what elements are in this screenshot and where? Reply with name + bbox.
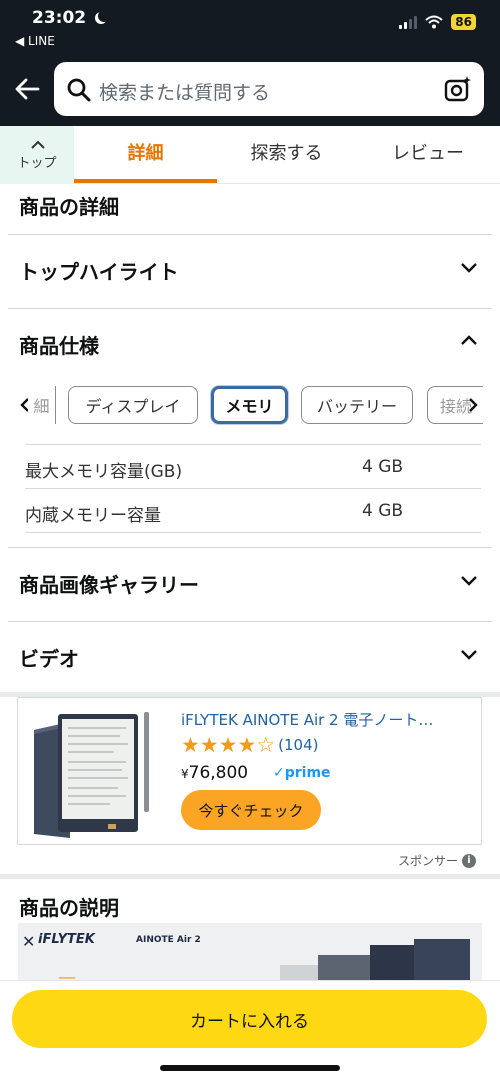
- add-to-cart-button[interactable]: カートに入れる: [12, 990, 487, 1048]
- chevron-up-icon[interactable]: [460, 335, 478, 346]
- section-gallery[interactable]: 商品画像ギャラリー: [19, 569, 199, 598]
- back-app-label: LINE: [28, 34, 55, 48]
- chip-battery[interactable]: バッテリー: [301, 386, 413, 424]
- chevron-down-icon[interactable]: [460, 262, 478, 273]
- camera-search-icon[interactable]: [444, 75, 472, 103]
- section-video[interactable]: ビデオ: [19, 643, 79, 672]
- search-icon: [67, 78, 91, 102]
- product-details-heading: 商品の詳細: [19, 195, 119, 219]
- sponsored-label[interactable]: スポンサー i: [398, 852, 476, 869]
- sponsored-text: スポンサー: [397, 854, 458, 868]
- spec-label: 内蔵メモリー容量: [25, 506, 161, 526]
- spec-row: 内蔵メモリー容量 4 GB: [25, 489, 481, 533]
- spec-row: 最大メモリ容量(GB) 4 GB: [25, 445, 481, 489]
- ad-product-title[interactable]: iFLYTEK AINOTE Air 2 電子ノート…: [181, 709, 433, 730]
- back-to-app-link[interactable]: ◀ LINE: [15, 34, 55, 48]
- divider: [8, 234, 492, 235]
- section-separator: [0, 874, 500, 879]
- detail-tabs: トップ 詳細 探索する レビュー: [0, 126, 500, 184]
- back-arrow-icon[interactable]: [13, 75, 41, 103]
- divider: [8, 308, 492, 309]
- home-indicator[interactable]: [160, 1065, 340, 1071]
- section-specs[interactable]: 商品仕様: [19, 330, 99, 359]
- moon-icon: [98, 10, 110, 22]
- star-icon: ★: [181, 733, 200, 757]
- scroll-top-label: トップ: [17, 156, 57, 171]
- chevron-down-icon[interactable]: [460, 575, 478, 586]
- chevron-right-icon[interactable]: [468, 398, 478, 412]
- bottom-action-bar: カートに入れる: [0, 980, 500, 1080]
- scroll-top-button[interactable]: トップ: [0, 126, 74, 184]
- section-top-highlight[interactable]: トップハイライト: [19, 256, 179, 285]
- battery-indicator: 86: [451, 14, 476, 30]
- status-time: 23:02: [32, 8, 106, 28]
- status-time-text: 23:02: [32, 8, 87, 28]
- status-indicators: 86: [399, 14, 476, 30]
- chip-memory[interactable]: メモリ: [211, 386, 288, 424]
- chip-display[interactable]: ディスプレイ: [68, 386, 198, 424]
- divider: [25, 532, 481, 533]
- check-now-button[interactable]: 今すぐチェック: [181, 790, 321, 830]
- description-banner-image: iFLYTEK AINOTE Air 2 ✕ —: [18, 923, 482, 985]
- rating-stars[interactable]: ★ ★ ★ ★ ☆ (104): [181, 734, 318, 756]
- svg-text:✕: ✕: [22, 932, 35, 951]
- star-icon: ★: [199, 733, 219, 757]
- price-symbol: ¥: [181, 767, 189, 781]
- divider: [8, 547, 492, 548]
- active-tab-indicator: [74, 179, 217, 183]
- star-icon: ★: [218, 733, 238, 757]
- signal-icon: [399, 15, 418, 29]
- ad-price: ¥76,800: [181, 763, 248, 783]
- divider: [8, 621, 492, 622]
- prime-badge: ✓prime: [273, 765, 331, 781]
- tab-explore[interactable]: 探索する: [217, 126, 356, 184]
- spec-label: 最大メモリ容量(GB): [25, 462, 183, 482]
- product-detail-page: 23:02 ◀ LINE 86 検索または質問する トップ 詳細 探索する レビ…: [0, 0, 500, 1080]
- chevron-up-icon: [31, 140, 45, 149]
- chip-partial-left[interactable]: 細: [28, 386, 56, 424]
- info-icon[interactable]: i: [462, 853, 476, 868]
- spec-value: 4 GB: [362, 501, 404, 521]
- sponsored-ad-card[interactable]: iFLYTEK AINOTE Air 2 電子ノート… ★ ★ ★ ★ ☆ (1…: [17, 697, 482, 845]
- tab-reviews[interactable]: レビュー: [356, 126, 500, 184]
- tab-details[interactable]: 詳細: [74, 126, 217, 184]
- banner-devices-graphic: ✕ —: [22, 932, 470, 985]
- review-count[interactable]: (104): [278, 736, 318, 754]
- chevron-down-icon[interactable]: [460, 649, 478, 660]
- search-input[interactable]: 検索または質問する: [54, 62, 484, 116]
- star-icon: ★: [237, 733, 257, 757]
- price-value: 76,800: [188, 763, 249, 783]
- spec-category-chips: 細 ディスプレイ メモリ バッテリー 接続: [0, 386, 500, 426]
- search-placeholder: 検索または質問する: [99, 82, 271, 104]
- app-header: 23:02 ◀ LINE 86 検索または質問する: [0, 0, 500, 126]
- product-description-heading: 商品の説明: [19, 896, 119, 920]
- product-image[interactable]: [30, 706, 154, 838]
- wifi-icon: [425, 15, 443, 29]
- star-empty-icon: ☆: [256, 733, 276, 757]
- spec-value: 4 GB: [362, 457, 404, 477]
